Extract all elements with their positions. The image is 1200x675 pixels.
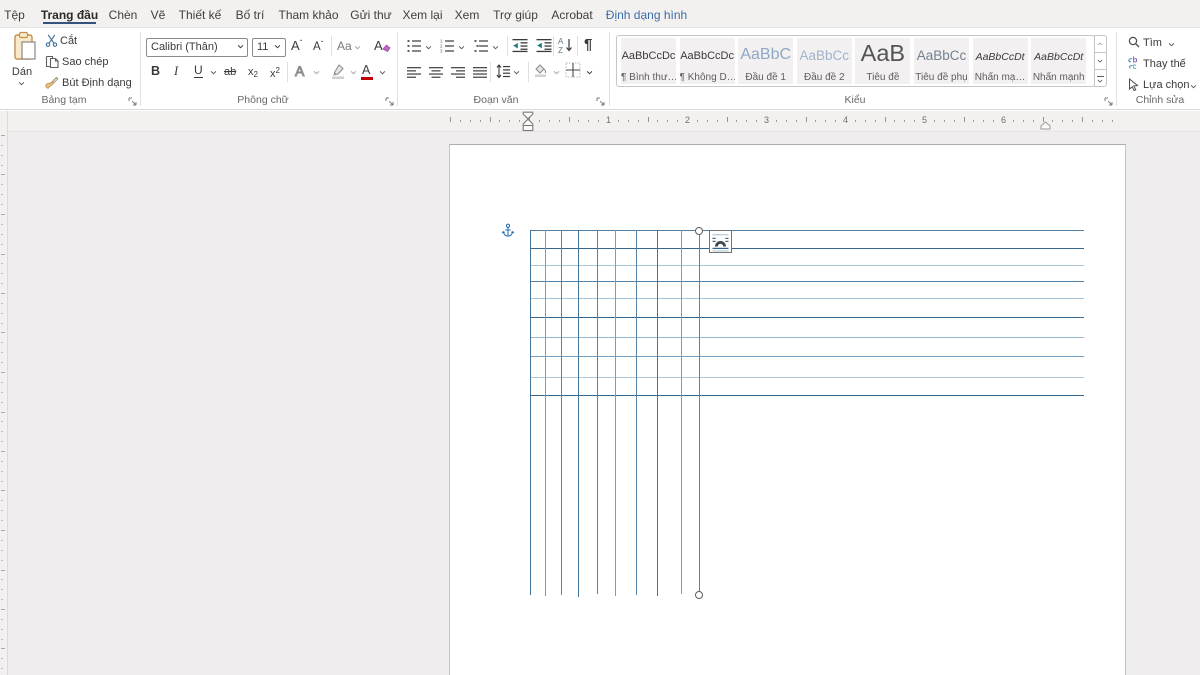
- svg-text:3: 3: [440, 49, 443, 54]
- svg-text:A: A: [558, 37, 564, 46]
- svg-text:c: c: [1133, 62, 1137, 69]
- svg-text:Z: Z: [558, 46, 563, 54]
